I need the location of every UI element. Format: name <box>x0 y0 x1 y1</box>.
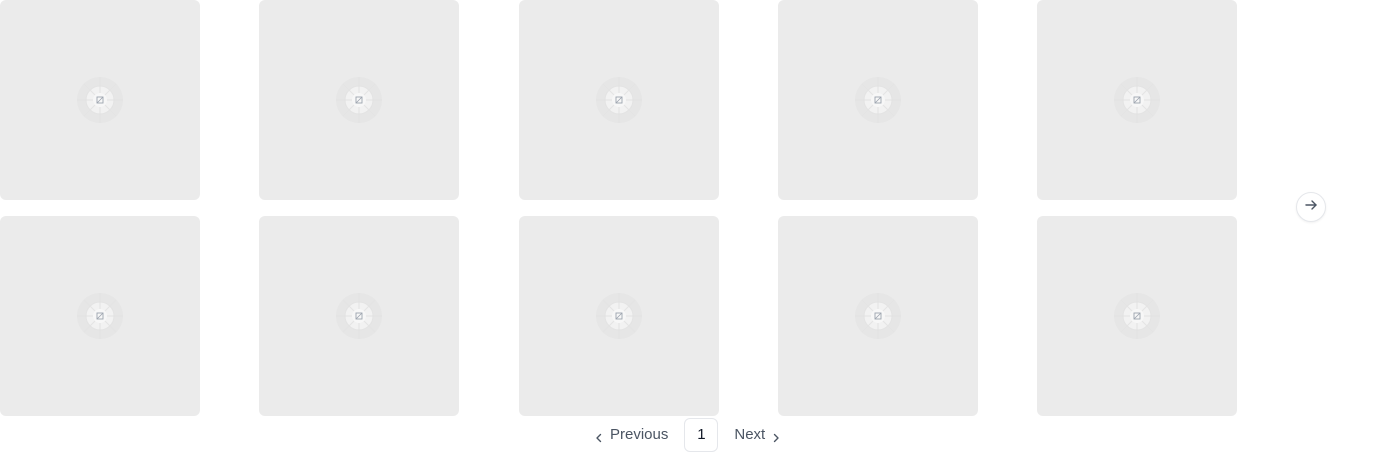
image-placeholder-icon <box>76 76 124 124</box>
image-placeholder-icon <box>1113 292 1161 340</box>
image-placeholder-icon <box>854 76 902 124</box>
image-placeholder-icon <box>76 292 124 340</box>
previous-page-label: Previous <box>610 426 669 443</box>
image-placeholder-icon <box>335 76 383 124</box>
previous-page-button[interactable]: Previous <box>588 417 674 452</box>
image-tile[interactable] <box>777 216 978 416</box>
image-tile[interactable] <box>0 216 200 416</box>
chevron-left-icon <box>594 430 604 442</box>
image-placeholder-icon <box>335 292 383 340</box>
next-page-button[interactable]: Next <box>728 417 787 452</box>
image-placeholder-icon <box>595 292 643 340</box>
next-page-label: Next <box>734 426 766 443</box>
current-page-button[interactable]: 1 <box>684 417 719 452</box>
image-placeholder-icon <box>854 292 902 340</box>
image-tile[interactable] <box>518 216 719 416</box>
image-tile[interactable] <box>518 0 719 200</box>
image-tile[interactable] <box>0 0 200 200</box>
image-tile[interactable] <box>1037 216 1237 416</box>
gallery-page: Previous 1 Next <box>0 0 1376 452</box>
image-tile[interactable] <box>1037 0 1237 200</box>
arrow-right-icon <box>1304 198 1318 217</box>
image-tile[interactable] <box>777 0 978 200</box>
image-tile[interactable] <box>259 0 460 200</box>
chevron-right-icon <box>771 430 781 442</box>
carousel-next-button[interactable] <box>1296 192 1326 222</box>
pagination: Previous 1 Next <box>0 417 1376 452</box>
image-grid <box>0 0 1237 416</box>
image-placeholder-icon <box>1113 76 1161 124</box>
image-tile[interactable] <box>259 216 460 416</box>
image-placeholder-icon <box>595 76 643 124</box>
pagination-controls: Previous 1 Next <box>588 417 787 452</box>
